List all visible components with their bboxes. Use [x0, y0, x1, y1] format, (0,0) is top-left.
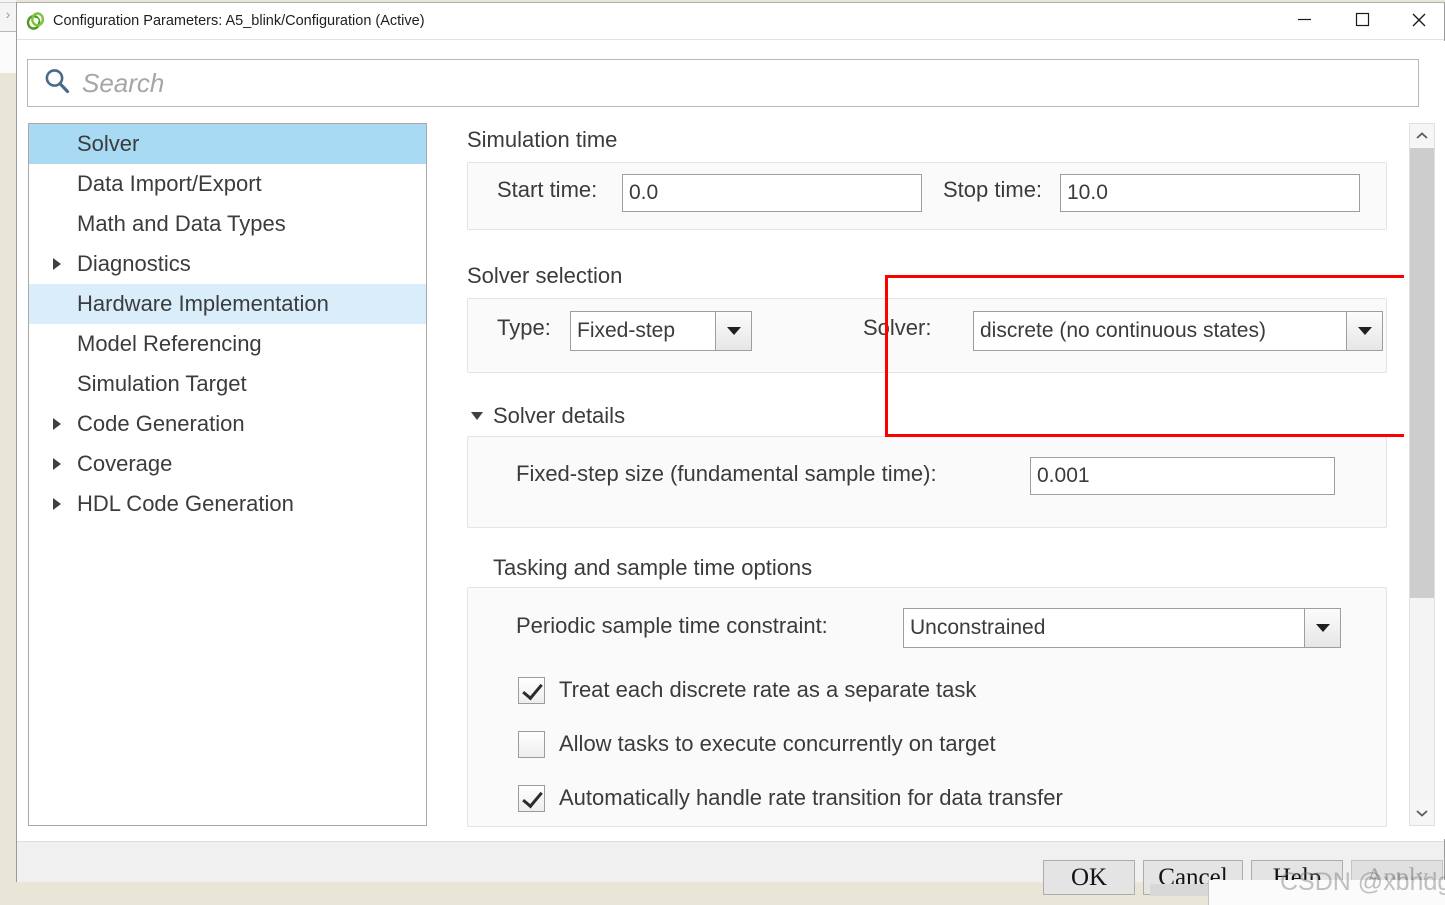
maximize-icon: [1355, 12, 1370, 30]
simulation-time-group: Start time: Stop time:: [467, 162, 1387, 230]
solver-type-dropdown[interactable]: Fixed-step: [570, 311, 752, 351]
solver-selection-group: Type: Fixed-step Solver: discrete (no co…: [467, 298, 1387, 373]
sidebar-item-simulation-target[interactable]: Simulation Target: [29, 364, 426, 404]
periodic-sample-time-constraint-dropdown[interactable]: Unconstrained: [903, 608, 1341, 648]
background-divider: [0, 2, 16, 3]
checkbox-row-concurrent-tasks[interactable]: Allow tasks to execute concurrently on t…: [518, 724, 996, 764]
start-time-label: Start time:: [497, 177, 598, 202]
stop-time-input[interactable]: [1060, 174, 1360, 212]
checkbox-label: Treat each discrete rate as a separate t…: [559, 677, 977, 702]
ok-button[interactable]: OK: [1043, 860, 1135, 895]
periodic-sample-time-constraint-value: Unconstrained: [910, 616, 1046, 639]
scroll-down-arrow[interactable]: [1410, 801, 1434, 825]
sidebar-item-label: Math and Data Types: [77, 211, 286, 236]
sidebar-item-label: Simulation Target: [77, 371, 247, 396]
chevron-down-icon[interactable]: [1304, 609, 1340, 647]
checkbox-row-separate-task[interactable]: Treat each discrete rate as a separate t…: [518, 670, 976, 710]
solver-selection-heading: Solver selection: [467, 263, 623, 288]
close-button[interactable]: [1396, 3, 1442, 39]
background-taskbar-sliver: [1150, 884, 1210, 896]
checkbox-label: Automatically handle rate transition for…: [559, 785, 1063, 810]
sidebar-item-code-generation[interactable]: Code Generation: [29, 404, 426, 444]
sidebar-item-label: Coverage: [77, 451, 173, 476]
configuration-parameters-dialog: Configuration Parameters: A5_blink/Confi…: [16, 2, 1445, 895]
chevron-down-icon[interactable]: [715, 312, 751, 350]
fixed-step-size-input[interactable]: [1030, 457, 1335, 495]
simulink-icon: [26, 12, 45, 31]
solver-type-value: Fixed-step: [577, 319, 676, 342]
sidebar-item-label: Data Import/Export: [77, 171, 262, 196]
sidebar-item-data-import-export[interactable]: Data Import/Export: [29, 164, 426, 204]
minimize-button[interactable]: [1281, 3, 1327, 39]
checkbox-label: Allow tasks to execute concurrently on t…: [559, 731, 996, 756]
settings-content-pane: Simulation time Start time: Stop time: S…: [445, 115, 1404, 833]
minimize-icon: [1297, 12, 1312, 30]
settings-tree[interactable]: Solver Data Import/Export Math and Data …: [28, 123, 427, 826]
solver-details-heading[interactable]: Solver details: [471, 403, 626, 429]
search-icon: [42, 66, 72, 101]
window-title: Configuration Parameters: A5_blink/Confi…: [53, 13, 425, 29]
background-window-panel: ›: [0, 0, 16, 32]
scroll-up-arrow[interactable]: [1410, 124, 1434, 148]
search-row: [17, 41, 1445, 111]
simulation-time-heading: Simulation time: [467, 127, 618, 152]
title-bar[interactable]: Configuration Parameters: A5_blink/Confi…: [17, 3, 1444, 40]
start-time-input[interactable]: [622, 174, 922, 212]
fixed-step-size-label: Fixed-step size (fundamental sample time…: [516, 461, 937, 486]
dialog-button-bar: OK Cancel Help Apply: [17, 841, 1444, 895]
sidebar-item-diagnostics[interactable]: Diagnostics: [29, 244, 426, 284]
checkbox-concurrent-tasks[interactable]: [518, 730, 545, 758]
chevron-right-icon[interactable]: [53, 258, 61, 270]
chevron-right-icon[interactable]: [53, 498, 61, 510]
chevron-down-icon[interactable]: [471, 412, 483, 420]
scrollbar-thumb[interactable]: [1410, 148, 1434, 598]
sidebar-item-model-referencing[interactable]: Model Referencing: [29, 324, 426, 364]
background-window-strip: [0, 32, 16, 73]
chevron-right-icon: ›: [5, 6, 11, 22]
checkbox-row-rate-transition[interactable]: Automatically handle rate transition for…: [518, 778, 1063, 818]
solver-dropdown[interactable]: discrete (no continuous states): [973, 311, 1383, 351]
chevron-down-icon[interactable]: [1346, 312, 1382, 350]
sidebar-item-coverage[interactable]: Coverage: [29, 444, 426, 484]
solver-value: discrete (no continuous states): [980, 319, 1266, 342]
sidebar-item-hardware-implementation[interactable]: Hardware Implementation: [29, 284, 426, 324]
solver-type-label: Type:: [497, 315, 551, 340]
sidebar-item-math-and-data-types[interactable]: Math and Data Types: [29, 204, 426, 244]
checkbox-rate-transition[interactable]: [518, 784, 545, 812]
solver-label: Solver:: [863, 315, 932, 340]
sidebar-item-label: Solver: [77, 131, 140, 156]
sidebar-item-hdl-code-generation[interactable]: HDL Code Generation: [29, 484, 426, 524]
tasking-options-group: Periodic sample time constraint: Unconst…: [467, 587, 1387, 827]
periodic-sample-time-constraint-label: Periodic sample time constraint:: [516, 613, 828, 638]
sidebar-item-label: Code Generation: [77, 411, 245, 436]
sidebar-item-label: Diagnostics: [77, 251, 191, 276]
content-scrollbar[interactable]: [1409, 123, 1435, 826]
solver-details-group: Fixed-step size (fundamental sample time…: [467, 436, 1387, 528]
search-box[interactable]: [27, 59, 1419, 107]
sidebar-item-solver[interactable]: Solver: [29, 124, 426, 164]
dialog-body: Solver Data Import/Export Math and Data …: [17, 109, 1445, 839]
sidebar-item-label: Model Referencing: [77, 331, 262, 356]
checkbox-separate-task[interactable]: [518, 676, 545, 704]
sidebar-item-label: HDL Code Generation: [77, 491, 294, 516]
chevron-right-icon[interactable]: [53, 458, 61, 470]
maximize-button[interactable]: [1339, 3, 1385, 39]
background-window-sliver: [1208, 880, 1445, 905]
search-input[interactable]: [82, 65, 1418, 101]
sidebar-item-label: Hardware Implementation: [77, 291, 329, 316]
solver-details-heading-label: Solver details: [493, 403, 626, 428]
chevron-right-icon[interactable]: [53, 418, 61, 430]
close-icon: [1411, 12, 1427, 31]
tasking-options-heading: Tasking and sample time options: [493, 555, 813, 580]
stop-time-label: Stop time:: [943, 177, 1043, 202]
